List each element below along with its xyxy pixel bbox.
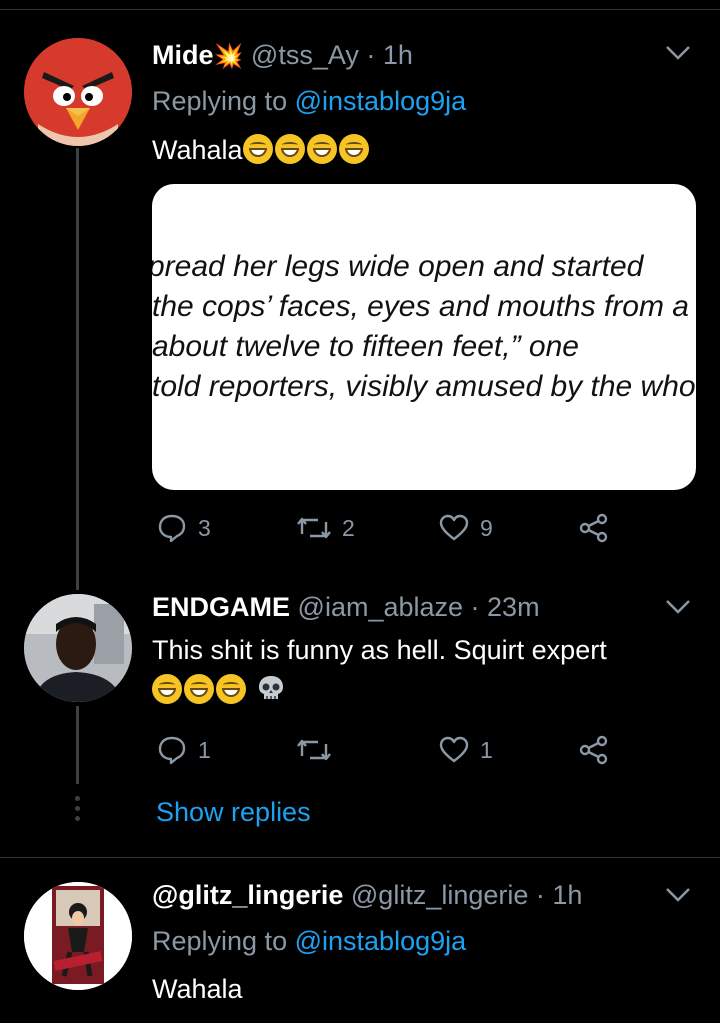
username[interactable]: @glitz_lingerie <box>351 880 529 910</box>
tweet-emojis <box>152 674 286 706</box>
grinning-emoji <box>338 134 369 164</box>
replying-to: Replying to @instablog9ja <box>152 926 466 957</box>
thread-dot <box>75 796 80 801</box>
tweet-header: ENDGAME @iam_ablaze · 23m <box>152 592 540 623</box>
like-count: 9 <box>480 514 493 541</box>
tweet-text-content: Wahala <box>152 135 243 165</box>
retweet-count: 2 <box>342 514 355 541</box>
timestamp: · 1h <box>366 40 413 70</box>
grinning-emoji <box>306 134 337 164</box>
share-button[interactable] <box>578 512 610 544</box>
show-replies-link[interactable]: Show replies <box>156 797 311 828</box>
reply-button[interactable]: 1 <box>156 734 211 766</box>
grinning-emoji <box>274 134 305 164</box>
card-text-line: the cops’ faces, eyes and mouths from a <box>152 290 689 323</box>
tweet-text: Wahala <box>152 134 371 166</box>
reply-icon <box>158 736 186 765</box>
media-card[interactable]: pread her legs wide open and started the… <box>152 184 696 490</box>
skull-emoji <box>258 676 283 699</box>
glitz-lingerie-logo <box>24 882 132 990</box>
display-name[interactable]: ENDGAME <box>152 592 290 622</box>
chevron-down-icon[interactable] <box>664 886 692 904</box>
thread-dot <box>75 816 80 821</box>
retweet-icon <box>297 517 331 539</box>
grinning-emoji <box>184 674 214 704</box>
like-count: 1 <box>480 736 493 763</box>
retweet-icon <box>297 739 331 761</box>
tweet-divider <box>0 857 720 858</box>
thread-dot <box>75 806 80 811</box>
avatar-angry-bird[interactable] <box>24 38 132 146</box>
angry-bird-avatar-image <box>24 38 132 146</box>
grinning-emoji <box>242 134 273 164</box>
share-button[interactable] <box>578 734 610 766</box>
heart-icon <box>439 736 469 763</box>
tweet-text-content: This shit is funny as hell. Squirt exper… <box>152 635 607 665</box>
card-text-line: told reporters, visibly amused by the wh… <box>152 370 696 403</box>
tweet-text-content: Wahala <box>152 974 243 1004</box>
avatar-glitz-lingerie[interactable] <box>24 882 132 990</box>
reply-button[interactable]: 3 <box>156 512 211 544</box>
username[interactable]: @iam_ablaze <box>298 592 464 622</box>
username[interactable]: @tss_Ay <box>251 40 359 70</box>
thread-line <box>76 706 79 784</box>
avatar-endgame[interactable] <box>24 594 132 702</box>
display-name[interactable]: @glitz_lingerie <box>152 880 343 910</box>
reply-icon <box>158 514 186 543</box>
explosion-emoji: 💥 <box>213 43 244 70</box>
thread-line <box>76 148 79 590</box>
timestamp: · 23m <box>470 592 540 622</box>
timestamp: · 1h <box>535 880 583 910</box>
display-name[interactable]: Mide <box>152 40 214 70</box>
chevron-down-icon[interactable] <box>664 598 692 616</box>
replying-to-link[interactable]: @instablog9ja <box>295 926 467 956</box>
replying-to-link[interactable]: @instablog9ja <box>295 86 467 116</box>
reply-count: 1 <box>198 736 211 763</box>
chevron-down-icon[interactable] <box>664 44 692 62</box>
heart-icon <box>439 514 469 541</box>
retweet-button[interactable] <box>296 734 342 766</box>
like-button[interactable]: 9 <box>438 512 493 544</box>
share-icon <box>579 735 608 765</box>
profile-photo <box>24 594 132 702</box>
retweet-button[interactable]: 2 <box>296 512 355 544</box>
like-button[interactable]: 1 <box>438 734 493 766</box>
tweet-header: @glitz_lingerie @glitz_lingerie · 1h <box>152 880 582 911</box>
top-divider <box>0 9 720 10</box>
reply-count: 3 <box>198 514 211 541</box>
share-icon <box>579 513 608 543</box>
tweet-header: Mide💥 @tss_Ay · 1h <box>152 40 413 71</box>
replying-to: Replying to @instablog9ja <box>152 86 466 117</box>
replying-label: Replying to <box>152 926 288 956</box>
card-text-line: pread her legs wide open and started <box>152 250 644 283</box>
grinning-emoji <box>216 674 246 704</box>
card-text-line: about twelve to fifteen feet,” one <box>152 330 579 363</box>
replying-label: Replying to <box>152 86 288 116</box>
grinning-emoji <box>152 674 182 704</box>
